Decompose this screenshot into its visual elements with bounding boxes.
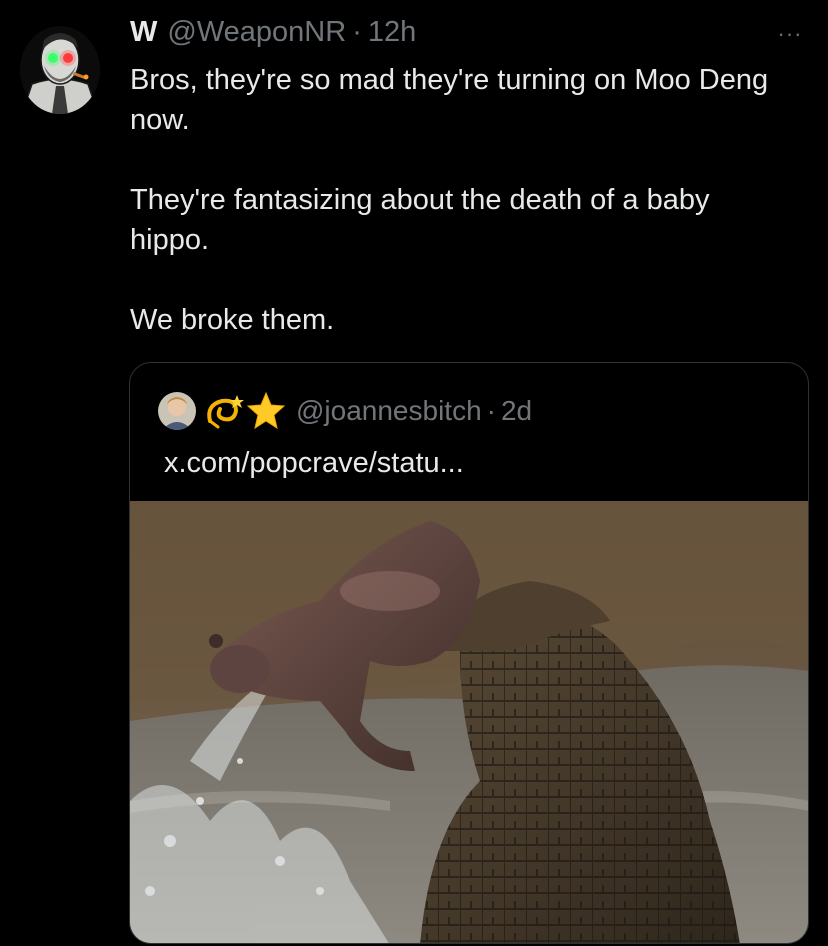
quoted-header-separator: · bbox=[486, 395, 496, 426]
tweet-header: W @WeaponNR · 12h bbox=[130, 16, 416, 52]
dizzy-icon bbox=[207, 395, 244, 429]
tweet-paragraph: Bros, they're so mad they're turning on … bbox=[130, 64, 769, 136]
quoted-author-avatar[interactable] bbox=[158, 392, 196, 430]
tweet[interactable]: W @WeaponNR · 12h ··· Bros, they're so m… bbox=[0, 0, 828, 946]
quoted-tweet[interactable]: @joannesbitch · 2d x.com/popcrave/statu.… bbox=[129, 362, 809, 944]
tweet-timestamp[interactable]: 12h bbox=[368, 16, 416, 49]
tweet-paragraph: They're fantasizing about the death of a… bbox=[130, 184, 710, 256]
quoted-tweet-text[interactable]: x.com/popcrave/statu... bbox=[164, 447, 464, 480]
author-handle[interactable]: @WeaponNR bbox=[167, 16, 346, 49]
author-avatar[interactable] bbox=[20, 26, 100, 114]
author-display-name[interactable]: W bbox=[130, 16, 157, 49]
more-options-icon[interactable]: ··· bbox=[772, 22, 808, 46]
quoted-tweet-timestamp[interactable]: 2d bbox=[501, 395, 532, 427]
quoted-tweet-header: @joannesbitch · 2d bbox=[158, 391, 532, 431]
tweet-text: Bros, they're so mad they're turning on … bbox=[130, 60, 790, 340]
header-separator: · bbox=[352, 16, 362, 48]
quoted-tweet-photo[interactable] bbox=[130, 501, 809, 944]
star-icon bbox=[246, 391, 286, 430]
quoted-author-handle[interactable]: @joannesbitch bbox=[296, 395, 482, 427]
tweet-paragraph: We broke them. bbox=[130, 304, 335, 336]
